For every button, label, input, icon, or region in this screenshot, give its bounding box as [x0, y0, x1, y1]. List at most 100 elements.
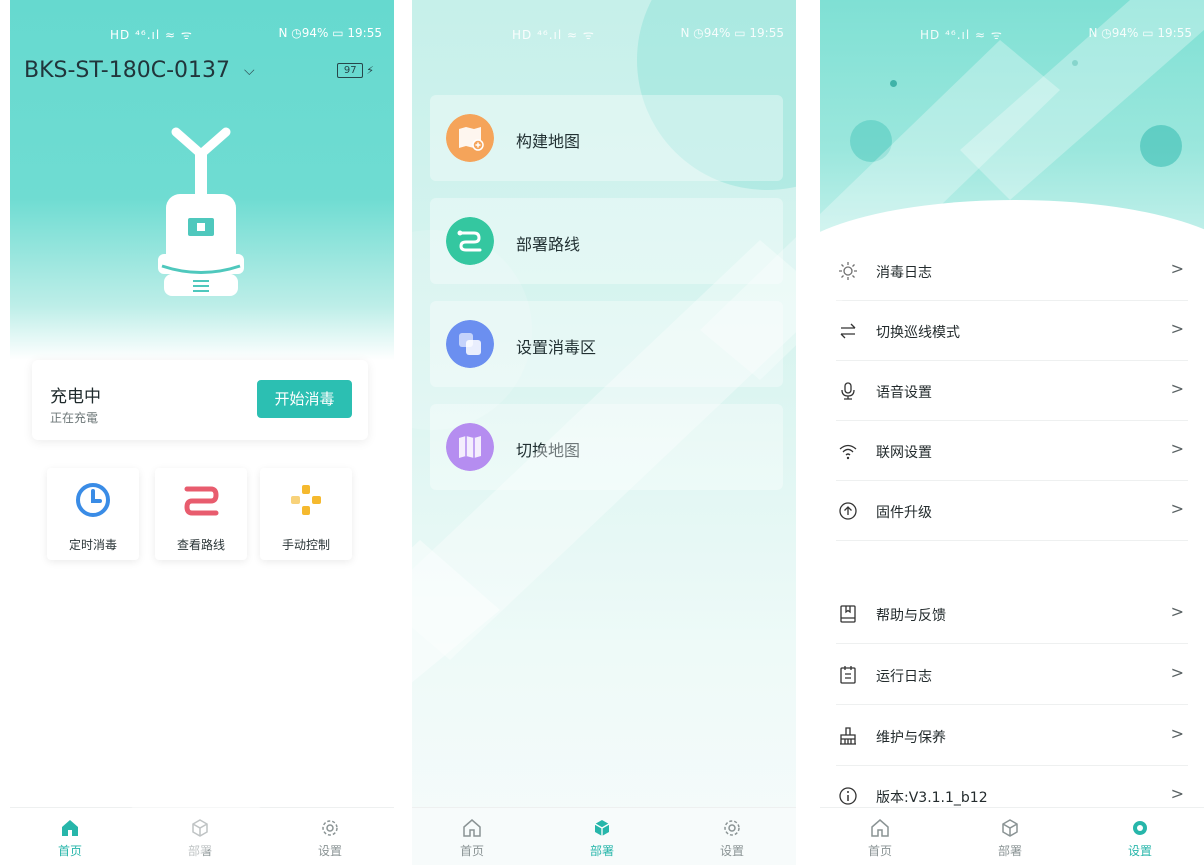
set-disinfect-zone-item[interactable]: 设置消毒区	[430, 301, 783, 387]
cube-icon	[192, 819, 208, 837]
home-icon	[463, 819, 481, 837]
maintenance-icon	[840, 727, 856, 745]
tab-label: 设置	[719, 844, 744, 858]
settings-item-label: 帮助与反馈	[876, 608, 946, 624]
microphone-icon	[841, 382, 855, 400]
timed-disinfection-button[interactable]: 定时消毒	[47, 468, 139, 560]
tab-label: 设置	[1127, 844, 1152, 858]
view-route-button[interactable]: 查看路线	[155, 468, 247, 560]
quick-action-label: 手动控制	[281, 538, 330, 552]
status-bar-left: HD ⁴⁶.ıl ≈ ᯤ	[512, 28, 595, 42]
status-bar-left: HD ⁴⁶.ıl ≈ ᯤ	[110, 28, 193, 42]
log-icon	[840, 666, 856, 684]
chevron-right-icon: >	[1170, 499, 1184, 518]
device-selector[interactable]: BKS-ST-180C-0137 ⌵	[24, 58, 255, 83]
tab-home[interactable]: 首页	[850, 818, 910, 859]
manual-control-button[interactable]: 手动控制	[260, 468, 352, 560]
sun-icon	[839, 262, 857, 280]
network-settings-item[interactable]: 联网设置 >	[836, 421, 1188, 481]
decoration-dot	[1072, 60, 1078, 66]
switch-map-item[interactable]: 切换地图	[430, 404, 783, 490]
tab-bar: 首页 部署 设置	[10, 807, 394, 865]
tab-deploy[interactable]: 部署	[980, 818, 1040, 859]
tab-bar: 首页 部署 设置	[820, 807, 1204, 865]
settings-item-label: 维护与保养	[876, 730, 946, 746]
chevron-right-icon: >	[1170, 439, 1184, 458]
battery-indicator: 97 ⚡	[337, 63, 374, 78]
tab-deploy[interactable]: 部署	[572, 818, 632, 859]
switch-map-icon	[446, 423, 494, 471]
gear-icon	[1133, 821, 1147, 835]
chevron-right-icon: >	[1170, 319, 1184, 338]
tab-settings[interactable]: 设置	[300, 818, 360, 859]
charging-status-card: 充电中 正在充電 开始消毒	[32, 360, 368, 440]
decoration-ball	[850, 120, 892, 162]
deploy-route-item[interactable]: 部署路线	[430, 198, 783, 284]
tab-label: 首页	[459, 844, 484, 858]
settings-screen: HD ⁴⁶.ıl ≈ ᯤ N ◷94% ▭ 19:55 消毒日志 > 切换巡线模…	[820, 0, 1204, 865]
tab-label: 首页	[867, 844, 892, 858]
chevron-right-icon: >	[1170, 784, 1184, 803]
tab-label: 首页	[57, 844, 82, 858]
settings-item-label: 运行日志	[876, 669, 932, 685]
start-disinfection-button[interactable]: 开始消毒	[257, 380, 352, 418]
decoration-dot	[890, 80, 897, 87]
status-bar-right: N ◷94% ▭ 19:55	[278, 26, 382, 40]
decoration-ball	[1140, 125, 1182, 167]
cube-icon	[1002, 819, 1018, 837]
deploy-screen: HD ⁴⁶.ıl ≈ ᯤ N ◷94% ▭ 19:55 构建地图 部署路线 设置…	[412, 0, 796, 865]
settings-item-label: 切换巡线模式	[876, 325, 960, 341]
tab-deploy[interactable]: 部署	[170, 818, 230, 859]
menu-label: 设置消毒区	[516, 338, 597, 357]
upgrade-icon	[839, 502, 857, 520]
tab-label: 部署	[187, 844, 212, 858]
tab-home[interactable]: 首页	[442, 818, 502, 859]
route-icon	[184, 486, 219, 516]
status-bar-left: HD ⁴⁶.ıl ≈ ᯤ	[920, 28, 1003, 42]
menu-label: 构建地图	[516, 132, 581, 151]
status-bar-right: N ◷94% ▭ 19:55	[1088, 26, 1192, 40]
settings-item-label: 消毒日志	[876, 265, 932, 281]
device-name: BKS-ST-180C-0137	[24, 58, 231, 83]
disinfect-zone-icon	[446, 320, 494, 368]
clock-icon	[76, 483, 110, 517]
status-title: 充电中	[50, 387, 101, 407]
chevron-right-icon: >	[1170, 259, 1184, 278]
menu-label: 部署路线	[516, 235, 581, 254]
tab-label: 部署	[589, 844, 614, 858]
tab-bar: 首页 部署 设置	[412, 807, 796, 865]
voice-settings-item[interactable]: 语音设置 >	[836, 361, 1188, 421]
build-map-item[interactable]: 构建地图	[430, 95, 783, 181]
status-subtitle: 正在充電	[50, 411, 99, 425]
help-book-icon	[840, 605, 856, 623]
status-bar-right: N ◷94% ▭ 19:55	[680, 26, 784, 40]
cube-icon	[594, 820, 610, 836]
settings-item-label: 版本:V3.1.1_b12	[876, 790, 988, 806]
settings-item-label: 联网设置	[876, 445, 932, 461]
menu-label: 切换地图	[516, 441, 581, 460]
home-screen: HD ⁴⁶.ıl ≈ ᯤ N ◷94% ▭ 19:55 BKS-ST-180C-…	[10, 0, 394, 865]
charging-bolt-icon: ⚡	[366, 64, 374, 77]
patrol-mode-item[interactable]: 切换巡线模式 >	[836, 301, 1188, 361]
status-bar: HD ⁴⁶.ıl ≈ ᯤ N ◷94% ▭ 19:55	[820, 26, 1204, 42]
help-feedback-item[interactable]: 帮助与反馈 >	[836, 584, 1188, 644]
tab-label: 设置	[317, 844, 342, 858]
wifi-icon	[839, 444, 857, 460]
tab-label: 部署	[997, 844, 1022, 858]
settings-item-label: 固件升级	[876, 505, 932, 521]
tab-settings[interactable]: 设置	[1110, 818, 1170, 859]
status-bar: HD ⁴⁶.ıl ≈ ᯤ N ◷94% ▭ 19:55	[412, 26, 796, 42]
home-icon	[871, 819, 889, 837]
battery-level: 97	[337, 63, 364, 78]
settings-item-label: 语音设置	[876, 385, 932, 401]
maintenance-item[interactable]: 维护与保养 >	[836, 706, 1188, 766]
firmware-upgrade-item[interactable]: 固件升级 >	[836, 481, 1188, 541]
chevron-right-icon: >	[1170, 379, 1184, 398]
chevron-right-icon: >	[1170, 724, 1184, 743]
tab-home[interactable]: 首页	[40, 818, 100, 859]
quick-action-label: 定时消毒	[68, 538, 117, 552]
tab-settings[interactable]: 设置	[702, 818, 762, 859]
disinfection-log-item[interactable]: 消毒日志 >	[836, 241, 1188, 301]
robot-illustration	[158, 127, 244, 296]
run-log-item[interactable]: 运行日志 >	[836, 645, 1188, 705]
